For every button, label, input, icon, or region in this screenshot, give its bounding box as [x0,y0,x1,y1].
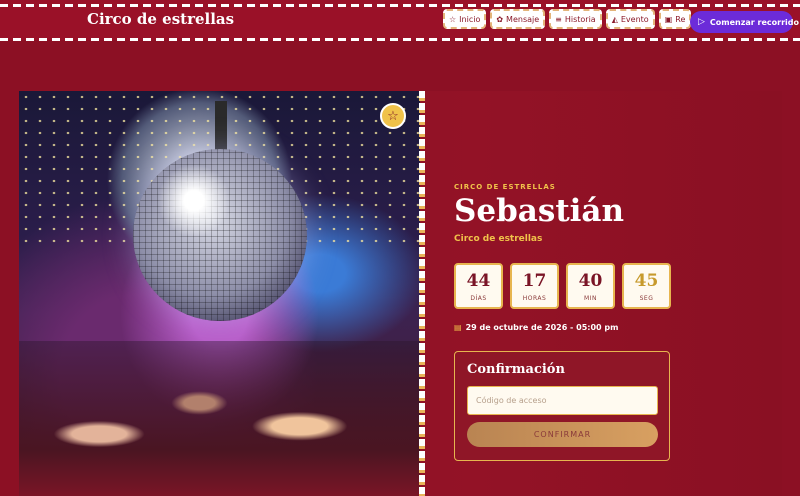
start-tour-button[interactable]: ▷ Comenzar recorrido [690,11,799,33]
top-header: Circo de estrellas ☆ Inicio ✿ Mensaje ≡ … [0,0,800,41]
nav-item-inicio[interactable]: ☆ Inicio [443,9,487,29]
calendar-icon: ▤ [454,323,462,332]
countdown-hours: 17 HORAS [510,263,559,309]
access-code-input[interactable] [467,386,658,415]
confirmation-panel: Confirmación CONFIRMAR [454,351,670,461]
countdown-label: MIN [584,294,597,302]
countdown-value: 40 [578,270,603,291]
paw-icon: ✿ [496,14,504,24]
event-subtitle: Circo de estrellas [454,234,543,244]
list-icon: ≡ [555,14,562,24]
countdown-label: SEG [639,294,654,302]
brand-title[interactable]: Circo de estrellas [87,10,234,28]
header-stripe-bottom [0,38,800,41]
countdown-minutes: 40 MIN [566,263,615,309]
gift-icon: ▣ [664,14,673,24]
confirm-button[interactable]: CONFIRMAR [467,422,658,447]
chart-icon: ◭ [611,14,618,24]
event-date-text: 29 de octubre de 2026 - 05:00 pm [465,323,619,332]
crowd [19,341,420,496]
start-tour-label: Comenzar recorrido [709,17,799,27]
countdown-days: 44 DÍAS [454,263,503,309]
countdown: 44 DÍAS 17 HORAS 40 MIN 45 SEG [454,263,671,309]
disco-ball-mount [215,101,227,151]
play-icon: ▷ [698,17,705,27]
main-nav: ☆ Inicio ✿ Mensaje ≡ Historia ◭ Evento ▣… [443,9,692,29]
event-date: ▤ 29 de octubre de 2026 - 05:00 pm [454,323,618,332]
star-icon: ☆ [449,14,457,24]
nav-item-label: Inicio [459,14,481,24]
nav-item-mensaje[interactable]: ✿ Mensaje [490,9,546,29]
nav-item-label: Mensaje [506,14,540,24]
hero-photo [19,91,420,496]
star-badge-icon[interactable]: ☆ [380,103,406,129]
countdown-value: 17 [522,270,547,291]
nav-item-label: Re [675,14,686,24]
nav-item-evento[interactable]: ◭ Evento [605,9,655,29]
celebrant-name: Sebastián [454,193,625,229]
photo-divider [419,91,425,496]
countdown-value: 45 [634,270,659,291]
countdown-label: DÍAS [470,294,487,302]
nav-item-label: Historia [564,14,596,24]
nav-item-historia[interactable]: ≡ Historia [549,9,602,29]
nav-item-re[interactable]: ▣ Re [658,9,692,29]
event-eyebrow: CIRCO DE ESTRELLAS [454,183,556,191]
nav-item-label: Evento [620,14,649,24]
countdown-seconds: 45 SEG [622,263,671,309]
confirmation-title: Confirmación [467,362,565,377]
countdown-value: 44 [466,270,491,291]
disco-ball [133,149,307,321]
header-stripe-top [0,4,800,7]
countdown-label: HORAS [522,294,547,302]
